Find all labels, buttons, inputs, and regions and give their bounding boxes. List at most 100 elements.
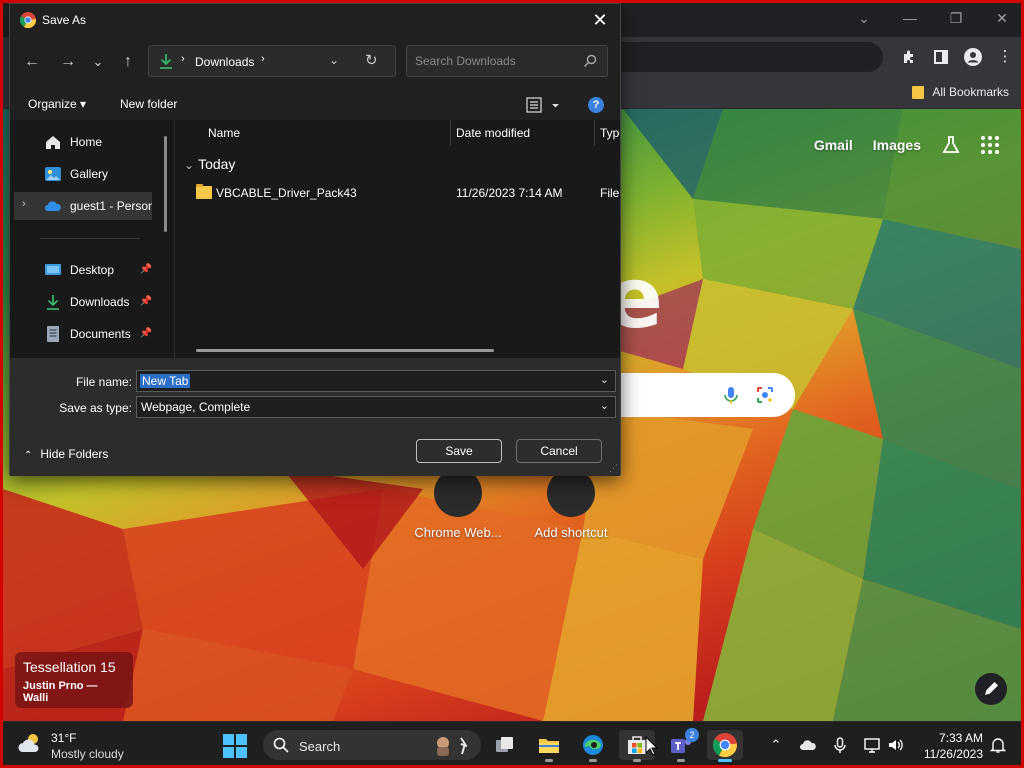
voice-search-icon[interactable] <box>721 385 741 405</box>
column-header-name[interactable]: Name <box>208 126 240 140</box>
search-icon <box>584 54 597 67</box>
pin-icon[interactable]: 📌 <box>140 264 152 275</box>
nav-item-onedrive[interactable]: › guest1 - Personal <box>14 192 152 220</box>
file-name-value: New Tab <box>140 374 191 388</box>
organize-button[interactable]: Organize ▾ <box>28 97 86 111</box>
taskbar: 31°F Mostly cloudy Search 2 ⌃ 7:33 AM 11… <box>3 721 1021 765</box>
chevron-down-icon[interactable]: ⌄ <box>849 7 879 29</box>
theme-attribution-card[interactable]: Tessellation 15 Justin Prno — Walli <box>15 652 133 708</box>
taskbar-file-explorer[interactable] <box>531 730 567 762</box>
google-lens-icon[interactable] <box>755 385 775 405</box>
nav-divider <box>40 238 140 239</box>
restore-icon[interactable]: ❐ <box>941 7 971 29</box>
file-name-input[interactable]: New Tab ⌄ <box>136 370 616 392</box>
taskbar-chrome[interactable] <box>707 730 743 762</box>
view-options-icon[interactable] <box>526 97 560 113</box>
file-explorer-icon <box>539 739 559 753</box>
chevron-up-icon[interactable]: ⌃ <box>767 736 785 754</box>
pin-icon[interactable]: 📌 <box>140 328 152 339</box>
up-button[interactable]: ↑ <box>116 50 140 74</box>
network-icon[interactable] <box>863 736 881 754</box>
google-apps-icon[interactable] <box>981 136 999 154</box>
horizontal-scrollbar[interactable] <box>196 349 494 352</box>
column-divider[interactable] <box>450 120 451 146</box>
address-bar[interactable]: › Downloads › ⌄ ↻ <box>148 45 396 77</box>
running-indicator <box>545 759 553 762</box>
chevron-down-icon[interactable]: ⌄ <box>329 53 339 67</box>
nav-item-gallery[interactable]: Gallery <box>14 160 152 188</box>
column-header-type[interactable]: Type <box>600 126 620 140</box>
clock-date[interactable]: 11/26/2023 <box>915 747 983 761</box>
side-panel-icon[interactable] <box>929 45 953 69</box>
volume-icon[interactable] <box>887 736 905 754</box>
nav-item-desktop[interactable]: Desktop 📌 <box>14 256 152 284</box>
labs-flask-icon[interactable] <box>941 135 961 155</box>
pin-icon[interactable]: 📌 <box>140 296 152 307</box>
file-name-label: File name: <box>75 375 132 389</box>
file-row[interactable]: VBCABLE_Driver_Pack43 11/26/2023 7:14 AM… <box>186 182 620 204</box>
extensions-icon[interactable] <box>897 45 921 69</box>
resize-grip-icon[interactable]: ⋰ <box>609 463 618 474</box>
weather-temperature[interactable]: 31°F <box>51 731 76 745</box>
taskbar-search[interactable]: Search <box>263 730 481 760</box>
chevron-down-icon[interactable]: ⌄ <box>600 399 609 412</box>
chevron-right-icon[interactable]: › <box>22 198 26 210</box>
chevron-down-icon[interactable]: ⌄ <box>600 373 609 386</box>
menu-kebab-icon[interactable]: ⋮ <box>993 45 1017 69</box>
new-folder-button[interactable]: New folder <box>120 97 177 111</box>
dialog-title: Save As <box>42 13 87 27</box>
breadcrumb-separator[interactable]: › <box>261 53 265 65</box>
pane-splitter[interactable] <box>174 120 175 358</box>
home-icon <box>46 136 60 149</box>
taskbar-teams[interactable]: 2 <box>663 728 699 762</box>
help-icon[interactable]: ? <box>588 97 604 113</box>
nav-pane-scrollbar[interactable] <box>164 136 167 232</box>
shortcut-add[interactable]: + Add shortcut <box>511 455 631 540</box>
nav-item-documents[interactable]: Documents 📌 <box>14 320 152 348</box>
ntp-search-box[interactable] <box>603 373 795 417</box>
theme-author: Justin Prno — Walli <box>23 680 98 704</box>
clock-time[interactable]: 7:33 AM <box>915 731 983 745</box>
screen: ⌄ — ❐ ✕ ⋮ All Bookmarks Gmail Images e C… <box>0 0 1024 768</box>
search-downloads-box[interactable] <box>406 45 608 77</box>
breadcrumb-downloads[interactable]: Downloads <box>195 55 254 69</box>
save-button[interactable]: Save <box>416 439 502 463</box>
refresh-icon[interactable]: ↻ <box>365 51 378 69</box>
all-bookmarks-button[interactable]: All Bookmarks <box>912 85 1009 99</box>
weather-cloud-icon[interactable] <box>17 732 43 754</box>
nav-item-downloads[interactable]: Downloads 📌 <box>14 288 152 316</box>
microphone-icon[interactable] <box>831 736 849 754</box>
profile-icon[interactable] <box>961 45 985 69</box>
gmail-link[interactable]: Gmail <box>814 137 853 153</box>
notifications-icon[interactable] <box>989 736 1007 754</box>
cancel-button[interactable]: Cancel <box>516 439 602 463</box>
forward-button[interactable]: → <box>56 50 80 74</box>
images-link[interactable]: Images <box>873 137 921 153</box>
active-indicator <box>718 759 732 762</box>
column-divider[interactable] <box>594 120 595 146</box>
recent-locations-button[interactable]: ⌄ <box>86 50 110 74</box>
group-header-today[interactable]: ⌄ Today <box>184 156 235 172</box>
onedrive-tray-icon[interactable] <box>799 736 817 754</box>
dialog-titlebar: Save As ✕ <box>10 4 620 36</box>
theme-title: Tessellation 15 <box>23 659 116 675</box>
chrome-icon <box>713 733 737 757</box>
folder-icon <box>196 184 212 199</box>
column-header-date[interactable]: Date modified <box>456 126 530 140</box>
close-icon[interactable]: ✕ <box>987 7 1017 29</box>
customize-chrome-button[interactable] <box>975 673 1007 705</box>
chrome-web-store-icon <box>434 469 482 517</box>
taskbar-task-view[interactable] <box>487 730 523 760</box>
search-input[interactable] <box>407 46 577 76</box>
hide-folders-button[interactable]: ⌃ Hide Folders <box>24 447 108 461</box>
weather-description[interactable]: Mostly cloudy <box>51 747 124 761</box>
shortcut-chrome-web-store[interactable]: Chrome Web... <box>398 469 518 540</box>
nav-item-home[interactable]: Home <box>14 128 152 156</box>
save-as-type-select[interactable]: Webpage, Complete ⌄ <box>136 396 616 418</box>
start-button[interactable] <box>223 734 247 758</box>
dialog-body: Home Gallery › guest1 - Personal Desktop… <box>10 120 620 358</box>
close-icon[interactable]: ✕ <box>586 8 614 32</box>
taskbar-edge[interactable] <box>575 730 611 762</box>
minimize-icon[interactable]: — <box>895 7 925 29</box>
back-button[interactable]: ← <box>20 50 44 74</box>
